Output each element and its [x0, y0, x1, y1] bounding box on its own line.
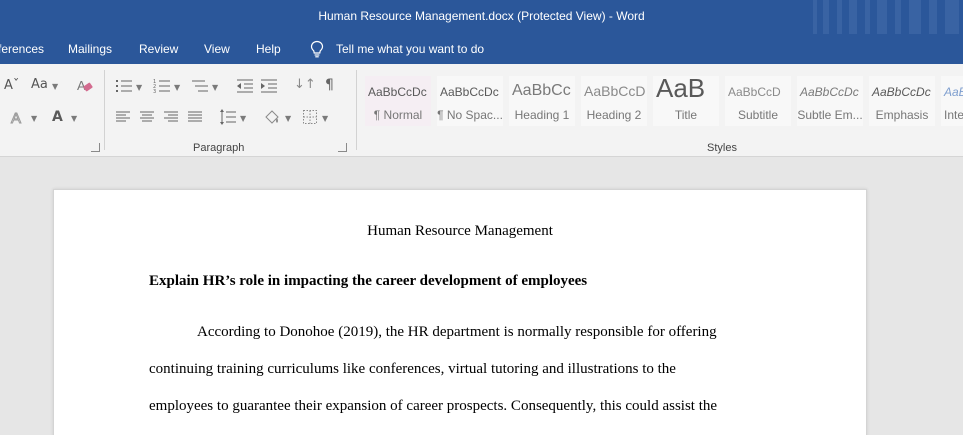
document-title: Human Resource Management — [367, 223, 553, 239]
ribbon: Aˇ Aa ▼ A A ▼ A ▼ ▼ 123 ▼ ▼ ↓↑ ¶ ▼ ▼ ▼ P… — [0, 64, 963, 157]
style-sample: AaBbCcDc — [872, 85, 931, 99]
sort-icon[interactable]: ↓↑ — [294, 77, 316, 93]
decrease-indent-icon[interactable] — [236, 78, 254, 94]
window-title: Human Resource Management.docx (Protecte… — [318, 9, 645, 23]
style-sample: AaBbCcDc — [368, 85, 427, 99]
style-sample: AaBbCcDc — [440, 85, 499, 99]
title-bar: Human Resource Management.docx (Protecte… — [0, 0, 963, 34]
style-sample: AaBb — [944, 85, 963, 99]
style-sample: AaB — [656, 76, 706, 103]
line-spacing-icon[interactable] — [219, 108, 237, 126]
paragraph-dialog-launcher[interactable] — [338, 143, 347, 152]
tab-mailings[interactable]: Mailings — [68, 42, 112, 56]
paragraph-line: continuing training curriculums like con… — [149, 361, 676, 377]
chevron-down-icon[interactable]: ▼ — [174, 83, 180, 93]
style-name: Title — [674, 108, 698, 122]
style-name: Subtitle — [737, 108, 779, 122]
pilcrow-icon[interactable]: ¶ — [325, 77, 334, 93]
style-name: ¶ Normal — [373, 108, 423, 122]
font-color-button[interactable]: A — [52, 109, 63, 125]
chevron-down-icon[interactable]: ▼ — [136, 83, 142, 93]
chevron-down-icon[interactable]: ▼ — [240, 114, 246, 124]
lightbulb-icon[interactable] — [309, 40, 325, 58]
styles-group-label: Styles — [707, 142, 737, 154]
style-name: Subtle Em... — [797, 108, 863, 122]
style-subtitle[interactable]: AaBbCcD Subtitle — [725, 76, 791, 126]
paragraph-group-label: Paragraph — [193, 142, 245, 154]
chevron-down-icon[interactable]: ▼ — [71, 114, 77, 124]
style-name: Heading 2 — [586, 108, 642, 122]
style-subtle-emphasis[interactable]: AaBbCcDc Subtle Em... — [797, 76, 863, 126]
style-name: Heading 1 — [514, 108, 570, 122]
numbering-icon[interactable]: 123 — [153, 78, 171, 94]
text-effects-icon[interactable]: A — [9, 109, 27, 128]
borders-icon[interactable] — [302, 109, 318, 125]
style-normal[interactable]: AaBbCcDc ¶ Normal — [365, 76, 431, 126]
change-case-button[interactable]: Aa — [31, 77, 48, 93]
tell-me-search[interactable]: Tell me what you want to do — [336, 42, 484, 56]
style-sample: AaBbCcDc — [800, 85, 859, 99]
chevron-down-icon[interactable]: ▼ — [52, 82, 58, 92]
svg-text:A: A — [11, 110, 21, 127]
tab-view[interactable]: View — [204, 42, 230, 56]
chevron-down-icon[interactable]: ▼ — [31, 114, 37, 124]
tab-references[interactable]: ferences — [0, 42, 44, 56]
justify-icon[interactable] — [187, 110, 203, 124]
tab-help[interactable]: Help — [256, 42, 281, 56]
style-emphasis[interactable]: AaBbCcDc Emphasis — [869, 76, 935, 126]
style-sample: AaBbCcD — [728, 85, 781, 99]
style-name: Emphasis — [875, 108, 929, 122]
svg-text:3: 3 — [153, 89, 156, 94]
chevron-down-icon[interactable]: ▼ — [285, 114, 291, 124]
document-canvas[interactable]: Human Resource Management Explain HR’s r… — [0, 157, 963, 435]
ribbon-tab-bar: ferences Mailings Review View Help Tell … — [0, 34, 963, 64]
paragraph-line: employees to guarantee their expansion o… — [149, 398, 718, 414]
style-heading-2[interactable]: AaBbCcD Heading 2 — [581, 76, 647, 126]
style-sample: AaBbCcD — [584, 83, 646, 99]
chevron-down-icon[interactable]: ▼ — [212, 83, 218, 93]
ribbon-separator — [356, 70, 357, 150]
paragraph-line: According to Donohoe (2019), the HR depa… — [197, 324, 717, 340]
clear-formatting-icon[interactable]: A — [76, 77, 94, 95]
style-sample: AaBbCc — [512, 82, 571, 99]
align-center-icon[interactable] — [139, 110, 155, 124]
multilevel-list-icon[interactable] — [191, 78, 209, 94]
align-left-icon[interactable] — [115, 110, 131, 124]
style-name: ¶ No Spac... — [437, 108, 503, 122]
shrink-font-icon[interactable]: Aˇ — [4, 78, 19, 94]
shading-icon[interactable] — [263, 108, 281, 126]
increase-indent-icon[interactable] — [260, 78, 278, 94]
bullets-icon[interactable] — [115, 78, 133, 94]
style-intense-emphasis[interactable]: AaBb Inte — [941, 76, 963, 126]
document-heading: Explain HR’s role in impacting the caree… — [149, 273, 588, 289]
style-title[interactable]: AaB Title — [653, 76, 719, 126]
style-heading-1[interactable]: AaBbCc Heading 1 — [509, 76, 575, 126]
ribbon-separator — [104, 70, 105, 150]
tab-review[interactable]: Review — [139, 42, 178, 56]
style-no-spacing[interactable]: AaBbCcDc ¶ No Spac... — [437, 76, 503, 126]
svg-text:A: A — [77, 78, 86, 93]
align-right-icon[interactable] — [163, 110, 179, 124]
document-page[interactable]: Human Resource Management Explain HR’s r… — [53, 189, 867, 435]
chevron-down-icon[interactable]: ▼ — [322, 114, 328, 124]
style-name: Inte — [944, 108, 963, 122]
font-dialog-launcher[interactable] — [91, 143, 100, 152]
